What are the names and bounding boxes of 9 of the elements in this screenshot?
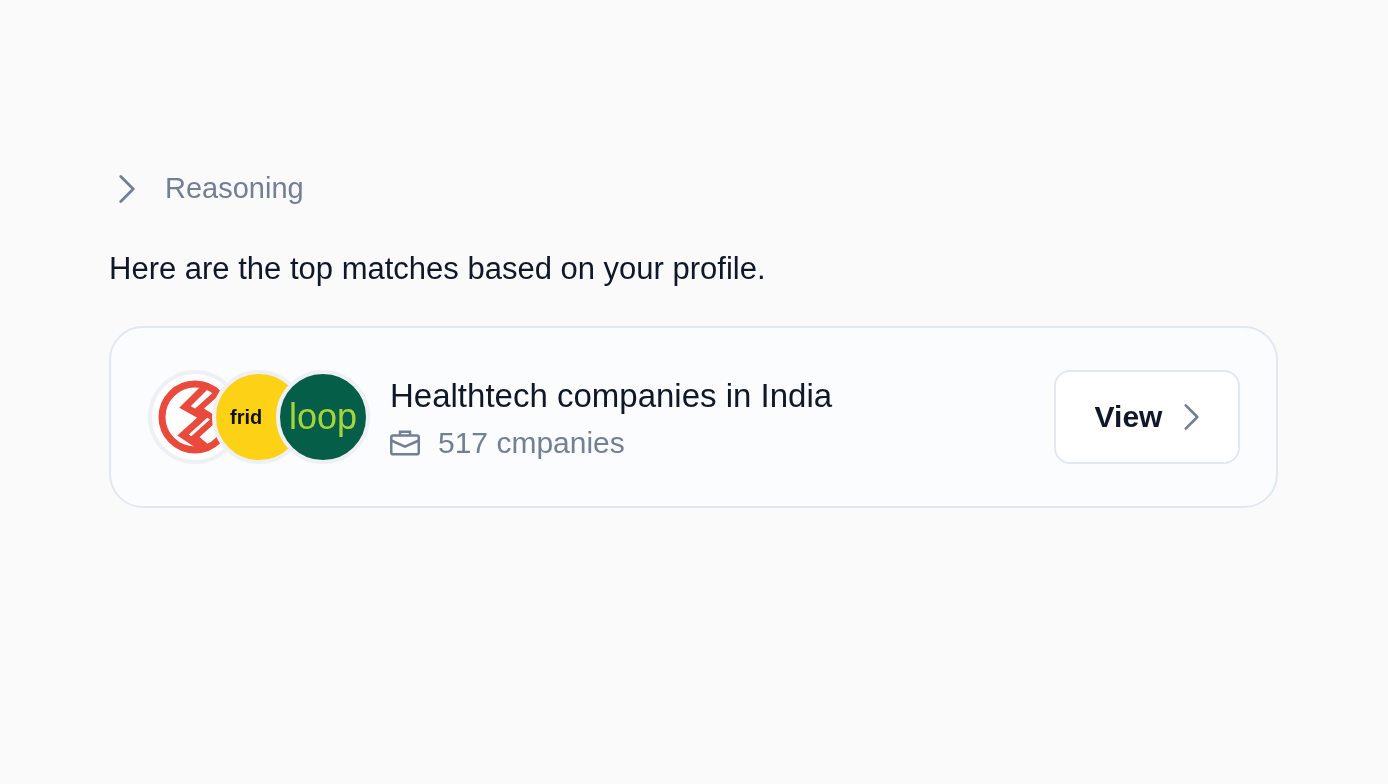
message-text: Here are the top matches based on your profile.	[109, 250, 767, 288]
company-logo: loop	[276, 370, 370, 464]
chevron-right-icon	[119, 174, 135, 203]
view-button[interactable]: View	[1054, 370, 1240, 464]
briefcase-icon	[390, 429, 420, 457]
company-count: 517 cmpanies	[438, 426, 625, 460]
list-title: Healthtech companies in India	[390, 376, 834, 416]
chevron-right-icon	[1184, 404, 1200, 430]
reasoning-toggle[interactable]: Reasoning	[113, 172, 304, 205]
